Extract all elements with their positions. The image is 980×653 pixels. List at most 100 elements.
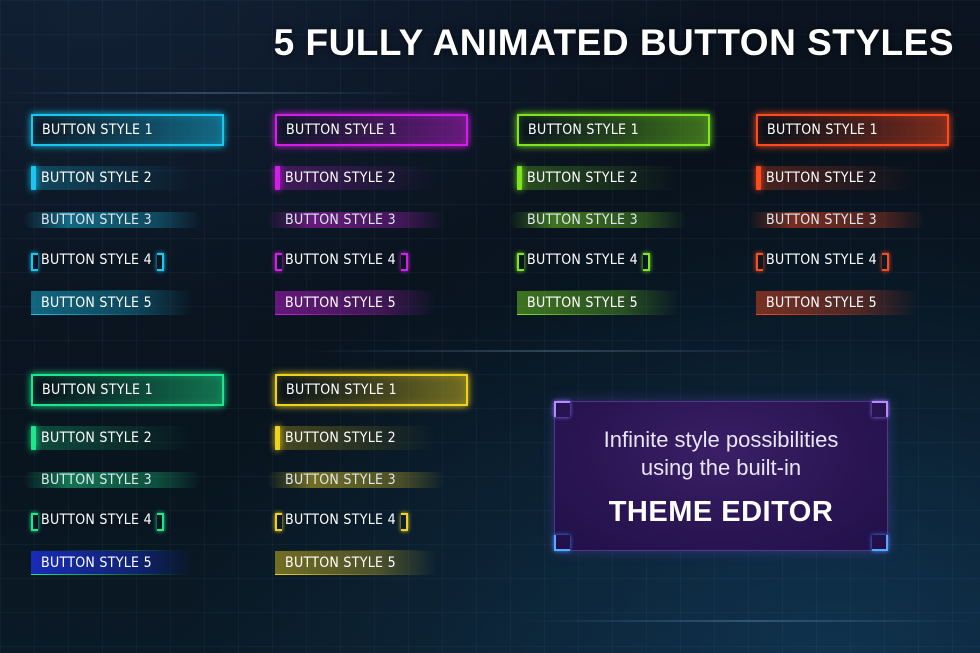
left-bracket [31,513,38,531]
underline [275,314,435,315]
button-style-4-label: BUTTON STYLE 4 [41,512,152,528]
button-style-5-label: BUTTON STYLE 5 [41,554,152,571]
accent-bar [275,426,280,450]
promo-corner-top-right [872,401,888,417]
button-style-4[interactable]: BUTTON STYLE 4 [275,510,408,531]
button-style-2-label: BUTTON STYLE 2 [766,170,877,186]
left-bracket [31,253,38,271]
button-style-5-label: BUTTON STYLE 5 [285,554,396,571]
button-style-4[interactable]: BUTTON STYLE 4 [517,250,650,271]
light-streak [0,92,420,94]
button-style-4-label: BUTTON STYLE 4 [285,512,396,528]
right-bracket [401,513,408,531]
accent-bar [31,426,36,450]
button-style-2-label: BUTTON STYLE 2 [285,170,396,186]
button-style-5[interactable]: BUTTON STYLE 5 [31,550,193,575]
button-style-5-label: BUTTON STYLE 5 [285,294,396,311]
left-bracket [756,253,763,271]
button-style-3[interactable]: BUTTON STYLE 3 [509,212,687,228]
button-style-2[interactable]: BUTTON STYLE 2 [31,426,201,450]
promo-emphasis: THEME EDITOR [608,496,834,528]
left-bracket [517,253,524,271]
button-style-5[interactable]: BUTTON STYLE 5 [275,550,437,575]
top-line [31,550,183,551]
underline [31,574,191,575]
promo-corner-top-left [554,401,570,417]
button-style-4-label: BUTTON STYLE 4 [285,252,396,268]
promo-line-2: using the built-in [640,455,802,480]
accent-bar [275,166,280,190]
underline [31,314,191,315]
button-style-3-label: BUTTON STYLE 3 [527,212,638,228]
button-style-3-label: BUTTON STYLE 3 [41,212,152,228]
right-bracket [882,253,889,271]
top-line [275,290,427,291]
button-style-2[interactable]: BUTTON STYLE 2 [31,166,201,190]
underline [756,314,916,315]
button-style-2[interactable]: BUTTON STYLE 2 [275,426,445,450]
button-style-4[interactable]: BUTTON STYLE 4 [756,250,889,271]
button-style-1[interactable]: BUTTON STYLE 1 [517,114,710,146]
button-style-1-label: BUTTON STYLE 1 [286,382,397,398]
button-style-3-label: BUTTON STYLE 3 [285,212,396,228]
theme-editor-promo: Infinite style possibilities using the b… [554,401,888,551]
button-style-5-label: BUTTON STYLE 5 [527,294,638,311]
button-style-5-label: BUTTON STYLE 5 [41,294,152,311]
button-style-3-label: BUTTON STYLE 3 [285,472,396,488]
button-style-3[interactable]: BUTTON STYLE 3 [748,212,926,228]
left-bracket [275,253,282,271]
button-style-5[interactable]: BUTTON STYLE 5 [517,290,679,315]
button-style-1[interactable]: BUTTON STYLE 1 [756,114,949,146]
button-style-1[interactable]: BUTTON STYLE 1 [275,114,468,146]
top-line [275,550,427,551]
button-style-3[interactable]: BUTTON STYLE 3 [267,212,445,228]
right-bracket [643,253,650,271]
right-bracket [157,513,164,531]
button-style-3[interactable]: BUTTON STYLE 3 [267,472,445,488]
promo-line-1: Infinite style possibilities [603,427,839,452]
button-style-2-label: BUTTON STYLE 2 [41,430,152,446]
accent-bar [756,166,761,190]
accent-bar [517,166,522,190]
button-style-4-label: BUTTON STYLE 4 [41,252,152,268]
top-line [31,290,183,291]
light-streak [520,620,980,622]
button-style-5[interactable]: BUTTON STYLE 5 [31,290,193,315]
headline: 5 FULLY ANIMATED BUTTON STYLES [273,22,954,63]
button-style-1-label: BUTTON STYLE 1 [286,122,397,138]
button-style-2[interactable]: BUTTON STYLE 2 [275,166,445,190]
button-style-1[interactable]: BUTTON STYLE 1 [31,374,224,406]
button-style-4[interactable]: BUTTON STYLE 4 [31,250,164,271]
button-style-4-label: BUTTON STYLE 4 [527,252,638,268]
accent-bar [31,166,36,190]
button-style-5[interactable]: BUTTON STYLE 5 [756,290,918,315]
right-bracket [157,253,164,271]
button-style-2[interactable]: BUTTON STYLE 2 [517,166,687,190]
button-style-3[interactable]: BUTTON STYLE 3 [23,472,201,488]
top-line [517,290,669,291]
button-style-2[interactable]: BUTTON STYLE 2 [756,166,926,190]
promo-corner-bottom-right [872,535,888,551]
underline [517,314,677,315]
button-style-2-label: BUTTON STYLE 2 [41,170,152,186]
top-line [756,290,908,291]
light-streak [300,350,800,352]
button-style-4-label: BUTTON STYLE 4 [766,252,877,268]
button-style-1[interactable]: BUTTON STYLE 1 [275,374,468,406]
button-style-1-label: BUTTON STYLE 1 [42,382,153,398]
button-style-3-label: BUTTON STYLE 3 [41,472,152,488]
button-style-1-label: BUTTON STYLE 1 [767,122,878,138]
button-style-3-label: BUTTON STYLE 3 [766,212,877,228]
button-style-1-label: BUTTON STYLE 1 [42,122,153,138]
button-style-3[interactable]: BUTTON STYLE 3 [23,212,201,228]
promo-corner-bottom-left [554,535,570,551]
button-style-5-label: BUTTON STYLE 5 [766,294,877,311]
button-style-1-label: BUTTON STYLE 1 [528,122,639,138]
button-style-4[interactable]: BUTTON STYLE 4 [275,250,408,271]
button-style-4[interactable]: BUTTON STYLE 4 [31,510,164,531]
button-style-1[interactable]: BUTTON STYLE 1 [31,114,224,146]
button-style-2-label: BUTTON STYLE 2 [285,430,396,446]
button-style-5[interactable]: BUTTON STYLE 5 [275,290,437,315]
button-style-2-label: BUTTON STYLE 2 [527,170,638,186]
left-bracket [275,513,282,531]
